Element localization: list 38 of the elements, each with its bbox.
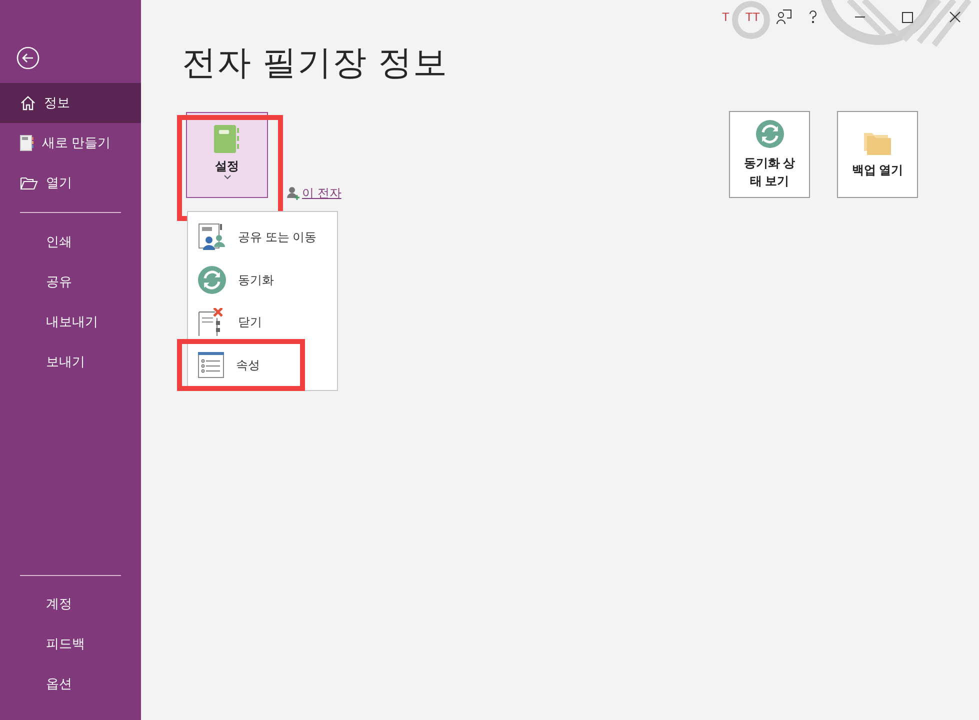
notebook-icon: [20, 135, 34, 151]
sidebar-item[interactable]: 계정: [0, 584, 141, 624]
sidebar-item[interactable]: 보내기: [0, 342, 141, 382]
sidebar-item[interactable]: 정보: [0, 83, 141, 123]
sync-icon: [198, 266, 226, 294]
sidebar-item[interactable]: 인쇄: [0, 222, 141, 262]
menu-item[interactable]: 공유 또는 이동: [188, 216, 337, 258]
sidebar-item[interactable]: 옵션: [0, 664, 141, 704]
close-icon[interactable]: [949, 11, 961, 23]
settings-button[interactable]: 설정: [186, 112, 268, 198]
sync-icon: [756, 120, 784, 148]
back-button[interactable]: [16, 45, 42, 71]
action-button[interactable]: 백업 열기: [837, 111, 918, 198]
share-people-icon: [198, 223, 226, 252]
add-person-icon: [286, 186, 300, 200]
title-bar-text: TT: [745, 9, 760, 26]
maximize-icon[interactable]: [902, 12, 913, 22]
menu-item[interactable]: 닫기: [188, 301, 337, 344]
folder-icon: [20, 176, 38, 190]
title-bar-text: T: [722, 9, 730, 26]
notebook-icon: [214, 125, 240, 153]
sidebar-item[interactable]: 열기: [0, 163, 141, 203]
properties-list-icon: [198, 352, 224, 378]
share-link[interactable]: 이 전자: [302, 184, 342, 202]
home-icon: [20, 95, 36, 111]
page-title: 전자 필기장 정보: [182, 43, 449, 84]
menu-item[interactable]: 속성: [182, 344, 300, 386]
help-icon[interactable]: [808, 10, 818, 24]
sidebar-item[interactable]: 내보내기: [0, 302, 141, 342]
chevron-down-icon: [224, 175, 230, 180]
folder-icon: [864, 130, 892, 154]
presenter-icon[interactable]: [776, 9, 792, 25]
sidebar-item[interactable]: 피드백: [0, 624, 141, 664]
sidebar-item[interactable]: 새로 만들기: [0, 123, 141, 163]
notebook-close-icon: [198, 308, 226, 336]
action-button[interactable]: 동기화 상 태 보기: [729, 111, 810, 198]
sidebar-item[interactable]: 공유: [0, 262, 141, 302]
menu-item[interactable]: 동기화: [188, 258, 337, 301]
